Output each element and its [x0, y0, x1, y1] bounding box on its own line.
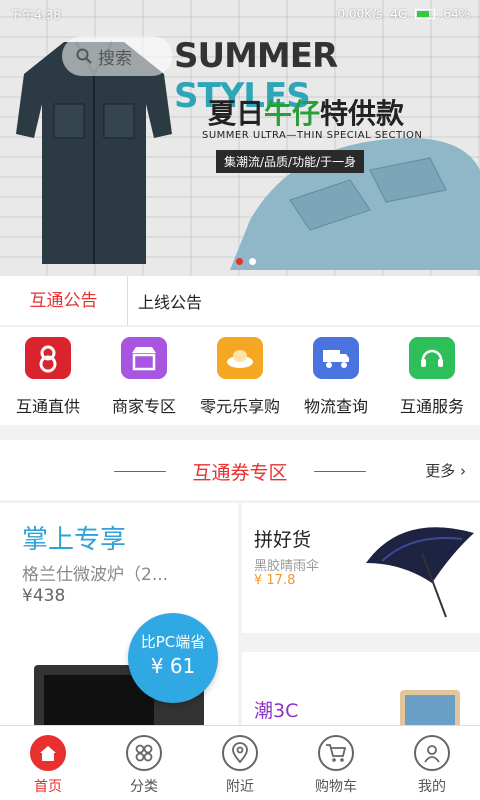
- divider: [314, 471, 366, 472]
- savings-badge: 比PC端省 ¥ 61: [128, 613, 218, 703]
- shortcut-grid: 互通直供 商家专区 零元乐享购 物流查询 互通服务: [0, 327, 480, 425]
- net-speed: 0.00K/s: [337, 7, 383, 21]
- card-title: 掌上专享: [22, 525, 127, 555]
- tab-category[interactable]: 分类: [96, 726, 192, 800]
- shortcut-merchant-zone[interactable]: 商家专区: [96, 327, 192, 425]
- headset-icon: [409, 337, 455, 379]
- notice-text[interactable]: 上线公告: [128, 289, 202, 313]
- battery-icon: [415, 9, 436, 19]
- notice-label: 互通公告: [0, 275, 128, 326]
- shortcut-label: 互通直供: [15, 397, 80, 416]
- notice-bar[interactable]: 互通公告 上线公告: [0, 275, 480, 326]
- promo-banner[interactable]: 下午4:38 0.00K/s 4G 64% 搜索 SUMMER STYLES 夏…: [0, 0, 480, 276]
- category-icon: [126, 735, 162, 771]
- product-card-3c[interactable]: 潮3C: [242, 652, 480, 725]
- card-price: ¥ 17.8: [254, 573, 296, 588]
- shortcut-label: 物流查询: [303, 397, 368, 416]
- shortcut-logistics[interactable]: 物流查询: [288, 327, 384, 425]
- bottom-tab-bar: 首页 分类 附近 购物车 我的: [0, 725, 480, 800]
- banner-subtitle: SUMMER ULTRA—THIN SPECIAL SECTION: [202, 130, 423, 141]
- tab-label: 首页: [34, 779, 62, 795]
- carousel-indicator: [236, 258, 256, 265]
- search-icon: [76, 48, 92, 64]
- shop-icon: [121, 337, 167, 379]
- tab-label: 我的: [418, 779, 446, 795]
- location-icon: [222, 735, 258, 771]
- tab-cart[interactable]: 购物车: [288, 726, 384, 800]
- card-subtitle: 格兰仕微波炉（2...: [22, 565, 169, 585]
- shortcut-label: 互通服务: [399, 397, 464, 416]
- gold-ingot-icon: [217, 337, 263, 379]
- umbrella-image: [366, 527, 474, 618]
- banner-title-cn: 夏日牛仔特供款: [208, 97, 405, 130]
- tab-profile[interactable]: 我的: [384, 726, 480, 800]
- shortcut-service[interactable]: 互通服务: [384, 327, 480, 425]
- card-subtitle: 黑胶晴雨伞: [254, 559, 320, 574]
- shortcut-label: 商家专区: [111, 397, 176, 416]
- chevron-right-icon: ›: [460, 462, 466, 480]
- signal-indicator: 4G: [390, 7, 408, 21]
- product-card-umbrella[interactable]: 拼好货 黑胶晴雨伞 ¥ 17.8: [242, 503, 480, 633]
- tab-label: 附近: [226, 779, 254, 795]
- battery-level: 64%: [443, 7, 470, 21]
- user-icon: [414, 735, 450, 771]
- card-title: 潮3C: [254, 700, 299, 722]
- card-title: 拼好货: [254, 529, 312, 551]
- coupon-section-header: 互通券专区 更多 ›: [0, 440, 480, 500]
- shortcut-label: 零元乐享购: [199, 397, 280, 416]
- shortcut-zero-yuan[interactable]: 零元乐享购: [192, 327, 288, 425]
- home-icon: [30, 735, 66, 771]
- more-link[interactable]: 更多 ›: [425, 460, 466, 481]
- search-placeholder: 搜索: [98, 48, 132, 69]
- tab-nearby[interactable]: 附近: [192, 726, 288, 800]
- shortcut-hutong-direct[interactable]: 互通直供: [0, 327, 96, 425]
- status-bar: 下午4:38 0.00K/s 4G 64%: [0, 0, 480, 28]
- banner-tagline: 集潮流/品质/功能/于一身: [216, 150, 365, 173]
- tab-home[interactable]: 首页: [0, 726, 96, 800]
- carousel-dot: [249, 258, 256, 265]
- product-card-microwave[interactable]: 掌上专享 格兰仕微波炉（2... ¥438 比PC端省 ¥ 61: [0, 503, 238, 725]
- card-price: ¥438: [22, 586, 66, 606]
- carousel-dot: [236, 258, 243, 265]
- status-time: 下午4:38: [10, 7, 61, 22]
- truck-icon: [313, 337, 359, 379]
- tablet-image: [400, 690, 460, 725]
- tab-label: 分类: [130, 779, 158, 795]
- hutong-logo-icon: [25, 337, 71, 379]
- tab-label: 购物车: [315, 779, 357, 795]
- cart-icon: [318, 735, 354, 771]
- status-indicators: 0.00K/s 4G 64%: [338, 7, 471, 21]
- search-input[interactable]: 搜索: [62, 36, 172, 76]
- section-title: 互通券专区: [192, 462, 288, 484]
